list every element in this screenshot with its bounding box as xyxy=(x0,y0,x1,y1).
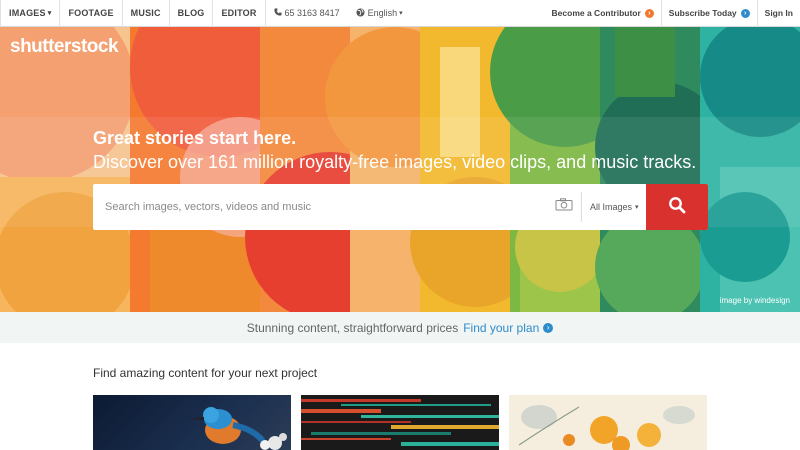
nav-footage[interactable]: FOOTAGE xyxy=(60,0,123,27)
promo-text: Stunning content, straightforward prices xyxy=(246,320,459,335)
search-bar: All Images ▾ xyxy=(93,184,708,230)
chevron-right-icon: › xyxy=(543,322,554,333)
chevron-down-icon: ▾ xyxy=(635,204,639,211)
image-credit: image by windesign xyxy=(719,296,790,305)
image-type-filter[interactable]: All Images ▾ xyxy=(586,184,646,230)
phone-text: 65 3163 8417 xyxy=(284,8,340,18)
nav-editor[interactable]: EDITOR xyxy=(213,0,266,27)
floral-pattern-image xyxy=(509,395,707,450)
nav-music[interactable]: MUSIC xyxy=(123,0,170,27)
search-button[interactable] xyxy=(646,184,708,230)
nav-footage-label: FOOTAGE xyxy=(68,8,114,18)
featured-image-floral[interactable] xyxy=(509,395,707,450)
nav-blog-label: BLOG xyxy=(177,8,205,18)
account-navigation: Become a Contributor › Subscribe Today ›… xyxy=(545,0,800,27)
phone-number: 65 3163 8417 xyxy=(266,0,348,27)
featured-image-glitch[interactable] xyxy=(301,395,499,450)
language-label: English xyxy=(367,8,398,18)
filter-label: All Images xyxy=(590,202,633,212)
search-divider xyxy=(581,192,582,222)
hero-headline: Great stories start here. Discover over … xyxy=(93,126,696,174)
nav-music-label: MUSIC xyxy=(130,8,161,18)
top-navigation: IMAGES ▾ FOOTAGE MUSIC BLOG EDITOR 65 31… xyxy=(0,0,800,27)
become-contributor-label: Become a Contributor xyxy=(551,8,641,18)
language-selector[interactable]: English ▾ xyxy=(348,0,411,27)
globe-icon xyxy=(356,7,365,19)
nav-images[interactable]: IMAGES ▾ xyxy=(0,0,61,27)
glitch-art-image xyxy=(301,395,499,450)
subscribe-today-label: Subscribe Today xyxy=(668,8,737,18)
nav-editor-label: EDITOR xyxy=(221,8,257,18)
become-contributor-link[interactable]: Become a Contributor › xyxy=(545,0,661,27)
subscribe-today-link[interactable]: Subscribe Today › xyxy=(660,0,757,27)
shutterstock-logo[interactable]: shutterstock xyxy=(10,36,119,58)
chevron-down-icon: ▾ xyxy=(47,10,52,17)
nav-images-label: IMAGES xyxy=(9,8,46,18)
sign-in-label: Sign In xyxy=(764,8,793,18)
chevron-down-icon: ▾ xyxy=(399,10,403,17)
pricing-promo: Stunning content, straightforward prices… xyxy=(0,312,800,343)
kingfisher-image xyxy=(189,407,287,450)
nav-blog[interactable]: BLOG xyxy=(170,0,214,27)
headline-line-2: Discover over 161 million royalty-free i… xyxy=(93,152,697,172)
reverse-image-search-button[interactable] xyxy=(551,184,577,230)
headline-line-1: Great stories start here. xyxy=(93,128,297,148)
camera-icon xyxy=(555,198,573,216)
find-your-plan-label: Find your plan xyxy=(463,320,540,335)
search-input[interactable] xyxy=(93,184,551,230)
sign-in-link[interactable]: Sign In xyxy=(756,0,800,27)
search-icon xyxy=(668,196,686,219)
featured-image-kingfisher[interactable] xyxy=(93,395,291,450)
phone-icon xyxy=(273,8,282,18)
chevron-right-icon: › xyxy=(644,8,654,18)
chevron-right-icon: › xyxy=(740,8,750,18)
section-title: Find amazing content for your next proje… xyxy=(93,366,318,380)
find-your-plan-link[interactable]: Find your plan › xyxy=(463,320,554,335)
